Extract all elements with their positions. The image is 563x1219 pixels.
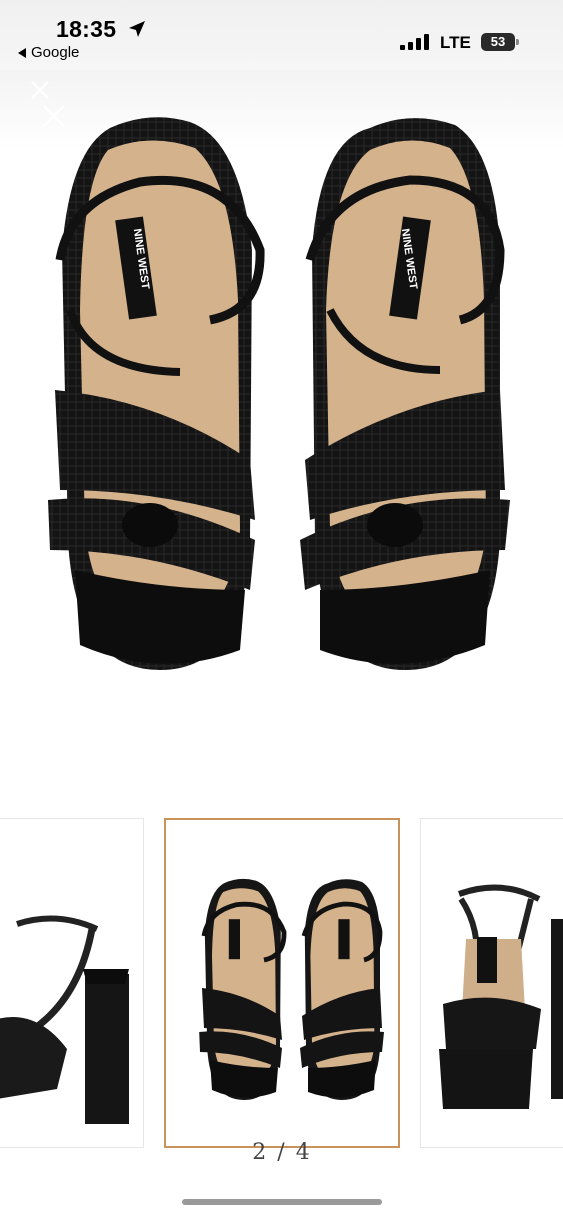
battery-icon: 53 (481, 33, 519, 51)
left-sandal (48, 117, 265, 670)
gallery-thumbnail-1[interactable] (0, 818, 144, 1148)
back-app-label: Google (31, 44, 80, 61)
home-indicator[interactable] (182, 1199, 382, 1205)
close-icon[interactable] (28, 78, 72, 132)
back-to-app-link[interactable]: Google (18, 44, 79, 61)
back-triangle-icon (18, 47, 26, 58)
thumbnail-2-image (199, 878, 384, 1100)
network-type: LTE (440, 33, 471, 52)
status-bar: 18:35 Google LTE 53 (0, 0, 563, 70)
battery-level: 53 (490, 34, 506, 49)
location-arrow-icon (129, 21, 145, 37)
gallery-thumbnail-2[interactable] (164, 818, 400, 1148)
thumbnail-3-image (439, 884, 563, 1109)
main-product-image[interactable]: NINE WEST NINE WEST (0, 70, 563, 790)
thumbnail-1-image (0, 915, 129, 1124)
gallery-page-indicator: 2 / 4 (252, 1140, 312, 1165)
status-time: 18:35 (56, 16, 117, 42)
gallery-thumbnail-3[interactable] (420, 818, 563, 1148)
right-sandal (300, 118, 510, 670)
sandals-top-view-image (48, 117, 510, 670)
signal-bars-icon (400, 34, 429, 50)
